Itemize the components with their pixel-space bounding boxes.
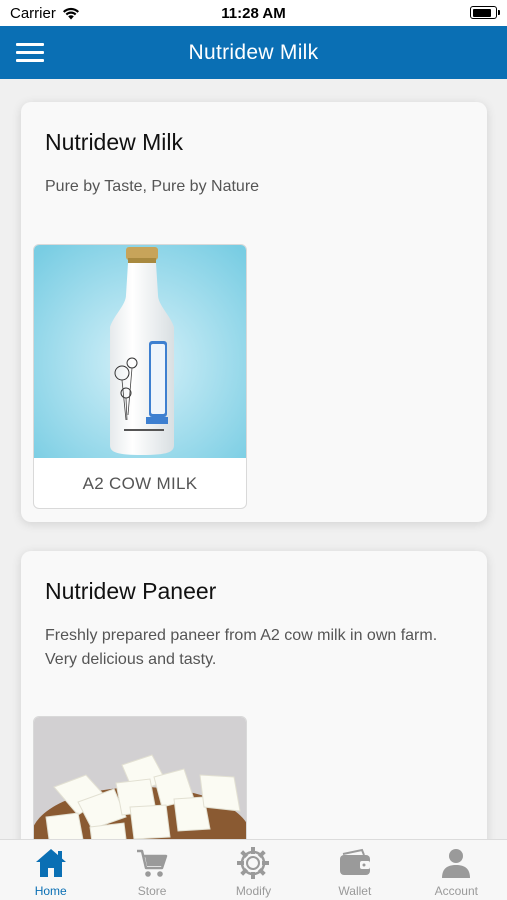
milk-bottle-image	[34, 245, 246, 458]
battery-level	[472, 8, 491, 17]
user-icon	[442, 849, 471, 878]
product-card-paneer: Nutridew Paneer Freshly prepared paneer …	[21, 551, 487, 839]
tab-store[interactable]: Store	[101, 840, 202, 900]
product-tile-a2-cow-milk[interactable]: A2 COW MILK	[33, 244, 247, 509]
card-title: Nutridew Milk	[45, 129, 184, 155]
bottom-tab-bar: Home Store Modify Wallet Account	[0, 839, 507, 900]
wallet-icon	[339, 848, 370, 875]
product-label: A2 COW MILK	[82, 474, 198, 493]
tab-home[interactable]: Home	[0, 840, 101, 900]
battery-nub	[498, 10, 500, 15]
page-title: Nutridew Milk	[188, 41, 319, 64]
tab-label: Home	[34, 884, 67, 898]
product-tile-paneer[interactable]	[33, 716, 247, 839]
tab-modify[interactable]: Modify	[203, 840, 304, 900]
battery-icon	[470, 6, 500, 19]
paneer-image	[34, 717, 246, 839]
card-description: Freshly prepared paneer from A2 cow milk…	[45, 627, 438, 668]
status-time: 11:28 AM	[221, 5, 286, 22]
gear-icon	[237, 847, 270, 879]
app-bar: Nutridew Milk	[0, 26, 507, 79]
card-description: Pure by Taste, Pure by Nature	[45, 178, 260, 195]
status-bar: Carrier 11:28 AM	[0, 0, 507, 26]
tab-label: Account	[434, 884, 478, 898]
card-title: Nutridew Paneer	[45, 578, 217, 604]
tab-label: Store	[137, 884, 167, 898]
home-icon	[35, 849, 66, 877]
product-card-milk: Nutridew Milk Pure by Taste, Pure by Nat…	[21, 102, 487, 522]
tab-label: Wallet	[338, 884, 372, 898]
content-scroll-area[interactable]: Nutridew Milk Pure by Taste, Pure by Nat…	[0, 79, 507, 839]
tab-label: Modify	[235, 884, 272, 898]
cart-icon	[137, 849, 168, 877]
tab-wallet[interactable]: Wallet	[304, 840, 405, 900]
tab-account[interactable]: Account	[406, 840, 507, 900]
